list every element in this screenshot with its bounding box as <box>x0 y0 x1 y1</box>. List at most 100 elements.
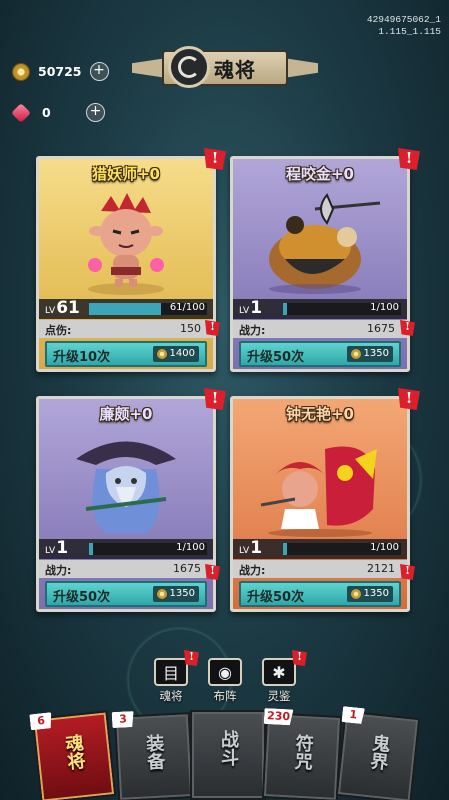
nav-badge: 3 <box>112 711 135 728</box>
hero-portrait-axe-warrior <box>253 189 387 297</box>
alert-icon: ! <box>204 388 226 410</box>
add-gems-button[interactable]: + <box>86 103 105 122</box>
build-id-line: 42949675062_1 <box>366 14 441 25</box>
exp-track: 61/100 <box>89 302 207 315</box>
upgrade-button[interactable]: 升级50次 1350 <box>239 341 401 367</box>
level-label: LV1 <box>45 538 69 558</box>
nav-badge: 1 <box>341 706 365 724</box>
alert-icon: ! <box>398 388 420 410</box>
alert-icon: ! <box>400 564 415 580</box>
upgrade-label: 升级50次 <box>247 590 305 605</box>
stat-value: 2121 <box>367 562 395 575</box>
coin-icon <box>156 589 167 599</box>
hero-name: 廉颇+0 <box>99 405 153 423</box>
upgrade-button[interactable]: 升级10次 1400 <box>45 341 207 367</box>
hero-card-lian-po[interactable]: 廉颇+0 LV1 1/100 战力: 1675 升级50次 1350 <box>36 396 216 612</box>
upgrade-cost: 1350 <box>152 586 199 602</box>
upgrade-button[interactable]: 升级50次 1350 <box>239 581 401 607</box>
nav-tab-label: 魂将 <box>61 732 87 771</box>
level-bar: LV1 1/100 <box>39 538 213 559</box>
upgrade-cost: 1350 <box>346 346 393 362</box>
gem-counter: 0 + <box>11 102 105 123</box>
alert-icon: ! <box>292 650 307 666</box>
exp-count: 61/100 <box>169 302 205 313</box>
stat-value: 1675 <box>173 562 201 575</box>
hero-portrait-demon-hunter <box>59 189 193 297</box>
upgrade-cost: 1350 <box>346 586 393 602</box>
level-value: 1 <box>250 538 263 558</box>
book-icon: 目 <box>154 658 188 686</box>
title-banner: 魂将 <box>132 46 318 90</box>
coin-value: 50725 <box>38 64 82 79</box>
exp-fill <box>283 303 287 315</box>
nav-tab-label: 符咒 <box>291 733 315 771</box>
spirit-mirror-icon: ✱ <box>262 658 296 686</box>
upgrade-cost: 1400 <box>152 346 199 362</box>
nav-badge: 230 <box>264 708 294 725</box>
alert-icon: ! <box>205 564 220 580</box>
coin-counter: 50725 + <box>12 62 109 81</box>
nav-tab-heroes[interactable]: 6 魂将 <box>32 710 117 800</box>
add-coins-button[interactable]: + <box>89 62 109 81</box>
level-bar: LV1 1/100 <box>233 298 407 319</box>
gem-icon <box>11 102 31 123</box>
level-bar: LV1 1/100 <box>233 538 407 559</box>
exp-track: 1/100 <box>89 542 207 555</box>
stat-label: 点伤: <box>45 324 72 337</box>
formation-icon: ◉ <box>208 658 242 686</box>
nav-tab-label: 鬼界 <box>366 733 392 772</box>
build-id: 42949675062_1 1.115_1.115 <box>367 14 441 38</box>
level-label: LV1 <box>239 298 263 318</box>
exp-track: 1/100 <box>283 542 401 555</box>
hero-name: 程咬金+0 <box>285 165 354 183</box>
formation-button[interactable]: ◉ 布阵 <box>204 658 246 704</box>
stat-row: 战力: 1675 <box>233 320 407 338</box>
coin-icon <box>156 349 167 359</box>
bottom-nav: 6 魂将 3 装备 战斗 230 符咒 1 鬼界 <box>0 700 449 800</box>
nav-tab-label: 装备 <box>142 733 166 771</box>
stat-label: 战力: <box>239 324 266 337</box>
hero-card-hunter[interactable]: 猎妖师+0 LV61 61/100 点伤: 150 升级10次 1400 <box>36 156 216 372</box>
hero-portrait-zhong-wuyan <box>253 429 387 537</box>
nav-tab-talismans[interactable]: 230 符咒 <box>261 712 343 800</box>
exp-fill <box>283 543 287 555</box>
spirit-mirror-button[interactable]: ✱ 灵鉴 <box>258 658 300 704</box>
nav-tab-battle[interactable]: 战斗 <box>190 710 266 800</box>
nav-tab-equipment[interactable]: 3 装备 <box>112 711 195 800</box>
upgrade-label: 升级10次 <box>53 350 111 365</box>
hero-name: 猎妖师+0 <box>91 165 160 183</box>
coin-icon <box>350 349 361 359</box>
alert-icon: ! <box>400 320 415 336</box>
alert-icon: ! <box>398 148 420 170</box>
level-label: LV61 <box>45 298 80 318</box>
stat-value: 1675 <box>367 322 395 335</box>
upgrade-label: 升级50次 <box>247 350 305 365</box>
alert-icon: ! <box>205 320 220 336</box>
stat-label: 战力: <box>45 564 72 577</box>
stat-label: 战力: <box>239 564 266 577</box>
hero-name: 钟无艳+0 <box>285 405 354 423</box>
stat-row: 战力: 1675 <box>39 560 213 578</box>
alert-icon: ! <box>184 650 199 666</box>
coin-icon <box>12 62 30 81</box>
nav-tab-ghost-realm[interactable]: 1 鬼界 <box>335 710 421 800</box>
version-line: 1.115_1.115 <box>378 26 441 37</box>
level-value: 61 <box>56 298 80 318</box>
exp-fill <box>89 303 161 315</box>
alert-icon: ! <box>204 148 226 170</box>
stat-row: 点伤: 150 <box>39 320 213 338</box>
gem-value: 0 <box>42 105 51 120</box>
upgrade-button[interactable]: 升级50次 1350 <box>45 581 207 607</box>
level-bar: LV61 61/100 <box>39 298 213 319</box>
hero-portrait-lian-po <box>59 429 193 537</box>
hero-card-cheng-yaojin[interactable]: 程咬金+0 LV1 1/100 战力: 1675 升级50次 1350 <box>230 156 410 372</box>
hero-card-zhong-wuyan[interactable]: 钟无艳+0 LV1 1/100 战力: 2121 升级50次 1350 <box>230 396 410 612</box>
stat-row: 战力: 2121 <box>233 560 407 578</box>
nav-badge: 6 <box>29 712 53 730</box>
exp-track: 1/100 <box>283 302 401 315</box>
level-value: 1 <box>56 538 69 558</box>
exp-count: 1/100 <box>370 302 399 313</box>
exp-fill <box>89 543 93 555</box>
hero-list-button[interactable]: 目 魂将 <box>150 658 192 704</box>
stat-value: 150 <box>180 322 201 335</box>
